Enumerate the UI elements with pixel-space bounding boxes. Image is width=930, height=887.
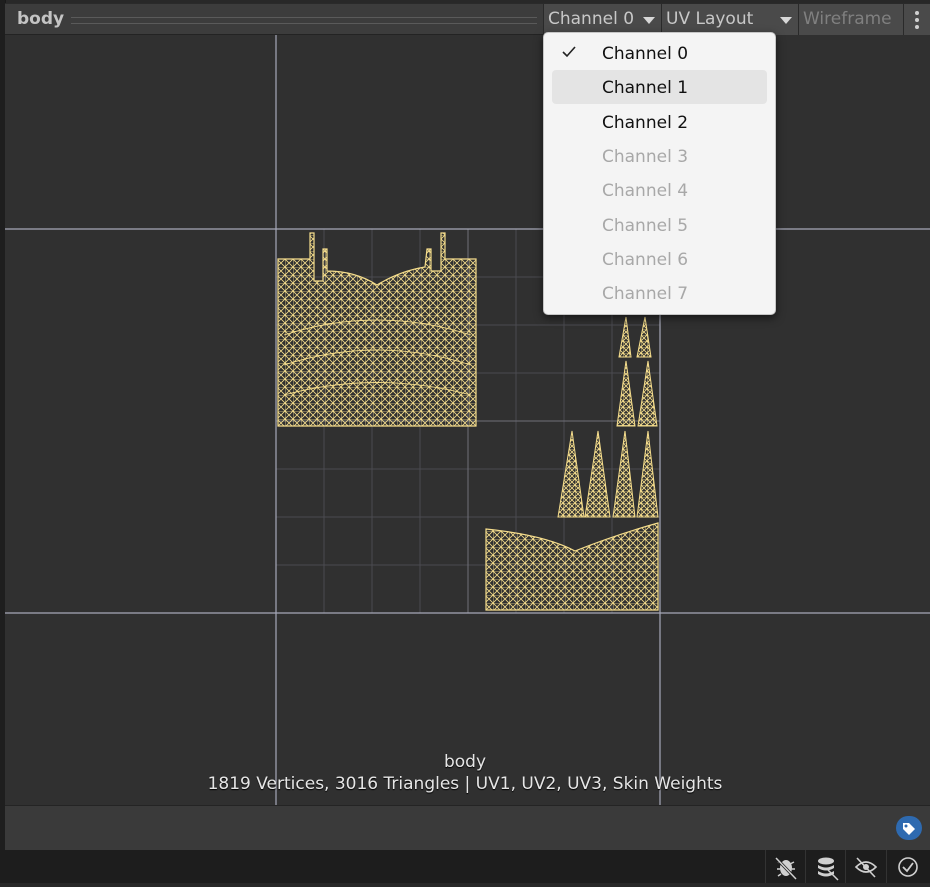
- channel-menu-label: Channel 2: [602, 113, 689, 133]
- channel-menu-item: Channel 4: [544, 173, 775, 207]
- layers-slash-icon: [818, 857, 839, 881]
- visibility-toggle-button[interactable]: [845, 850, 886, 883]
- channel-menu-label: Channel 1: [602, 78, 689, 98]
- mesh-stats-label: 1819 Vertices, 3016 Triangles | UV1, UV2…: [207, 774, 723, 794]
- wireframe-label: Wireframe: [803, 9, 892, 29]
- preview-header: body Channel 0 UV Layout Wireframe: [5, 3, 930, 35]
- status-bar: [0, 850, 930, 883]
- tag-icon: [903, 823, 915, 835]
- channel-dropdown-label: Channel 0: [548, 9, 635, 29]
- asset-labels-bar: [5, 805, 930, 850]
- channel-dropdown-menu: Channel 0 Channel 1 Channel 2 Channel 3 …: [543, 32, 776, 315]
- channel-menu-item: Channel 7: [544, 276, 775, 310]
- check-circle-icon: [898, 857, 918, 877]
- channel-menu-label: Channel 7: [602, 284, 689, 304]
- debug-toggle-button[interactable]: [765, 850, 806, 883]
- drag-handle[interactable]: [71, 17, 537, 24]
- view-mode-label: UV Layout: [666, 9, 754, 29]
- channel-menu-item[interactable]: Channel 1: [552, 70, 767, 104]
- more-options-button[interactable]: [903, 4, 930, 35]
- checkmark-icon: [562, 46, 576, 58]
- view-mode-dropdown[interactable]: UV Layout: [661, 4, 798, 35]
- chevron-down-icon: [643, 17, 655, 24]
- channel-dropdown[interactable]: Channel 0: [543, 4, 661, 35]
- chevron-down-icon: [780, 17, 792, 24]
- bug-slash-icon: [774, 856, 798, 881]
- channel-menu-label: Channel 0: [602, 44, 689, 64]
- status-ok-button[interactable]: [886, 850, 927, 883]
- channel-menu-label: Channel 4: [602, 181, 689, 201]
- channel-menu-item: Channel 6: [544, 242, 775, 276]
- mesh-name-label: body: [443, 752, 487, 772]
- eye-slash-icon: [854, 857, 878, 878]
- channel-menu-label: Channel 6: [602, 250, 689, 270]
- channel-menu-item[interactable]: Channel 0: [544, 36, 775, 70]
- channel-menu-item[interactable]: Channel 2: [544, 105, 775, 139]
- channel-menu-item: Channel 3: [544, 139, 775, 173]
- channel-menu-label: Channel 5: [602, 216, 689, 236]
- uv-layout-canvas: [5, 35, 930, 805]
- channel-menu-label: Channel 3: [602, 147, 689, 167]
- wireframe-toggle[interactable]: Wireframe: [798, 4, 903, 35]
- channel-menu-item: Channel 5: [544, 208, 775, 242]
- asset-labels-button[interactable]: [896, 816, 922, 840]
- uv-preview-viewport[interactable]: [5, 35, 930, 805]
- layers-toggle-button[interactable]: [805, 850, 846, 883]
- kebab-menu-icon: [915, 11, 919, 29]
- preview-title: body: [17, 9, 65, 29]
